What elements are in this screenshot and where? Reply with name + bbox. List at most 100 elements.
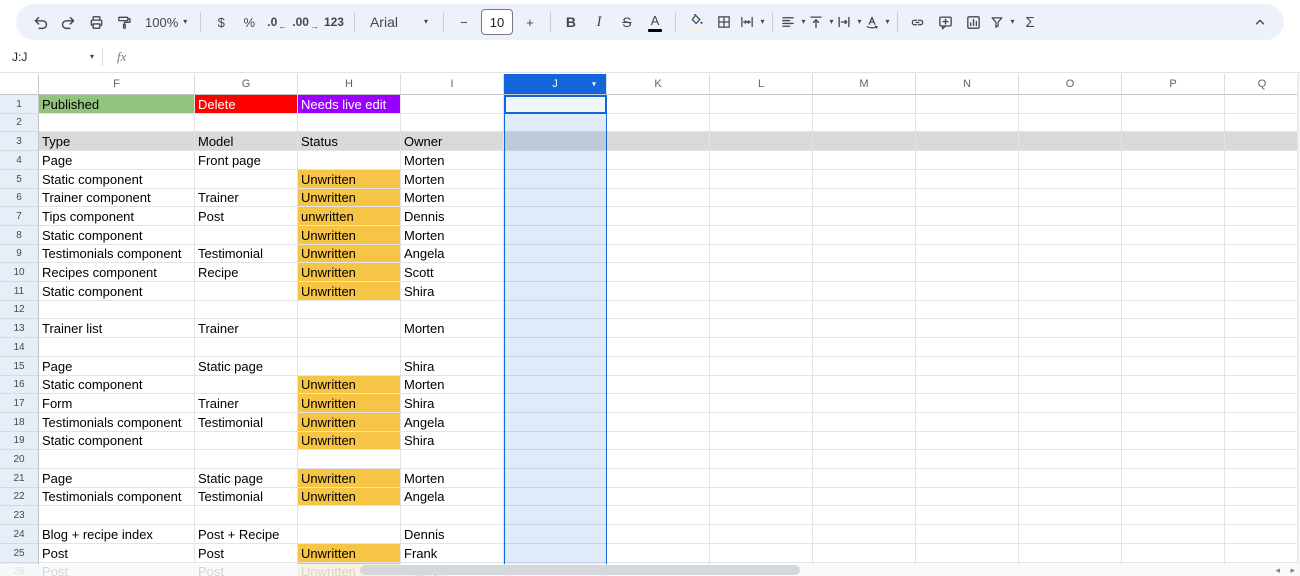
cell-H18[interactable]: Unwritten	[298, 413, 401, 432]
cell-I7[interactable]: Dennis	[401, 207, 504, 226]
cell-P19[interactable]	[1122, 432, 1225, 450]
cell-O8[interactable]	[1019, 226, 1122, 245]
cell-G7[interactable]: Post	[195, 207, 298, 226]
cell-J22[interactable]	[504, 488, 607, 506]
cell-J25[interactable]	[504, 544, 607, 563]
column-header-K[interactable]: K	[607, 74, 710, 95]
cell-L3[interactable]	[710, 132, 813, 151]
cell-L10[interactable]	[710, 263, 813, 282]
cell-G3[interactable]: Model	[195, 132, 298, 151]
cell-K23[interactable]	[607, 506, 710, 525]
cell-Q24[interactable]	[1225, 525, 1300, 544]
cell-J13[interactable]	[504, 319, 607, 338]
cell-M9[interactable]	[813, 245, 916, 263]
row-header-16[interactable]: 16	[0, 376, 39, 394]
merge-cells-button[interactable]: ▾	[739, 9, 765, 35]
cell-P8[interactable]	[1122, 226, 1225, 245]
text-rotation-button[interactable]: ▾	[864, 9, 890, 35]
cell-L8[interactable]	[710, 226, 813, 245]
cell-K4[interactable]	[607, 151, 710, 170]
cell-L18[interactable]	[710, 413, 813, 432]
cell-N24[interactable]	[916, 525, 1019, 544]
cell-J5[interactable]	[504, 170, 607, 189]
cell-M10[interactable]	[813, 263, 916, 282]
cell-I19[interactable]: Shira	[401, 432, 504, 450]
cell-J11[interactable]	[504, 282, 607, 301]
cell-P5[interactable]	[1122, 170, 1225, 189]
cell-P4[interactable]	[1122, 151, 1225, 170]
row-header-7[interactable]: 7	[0, 207, 39, 226]
row-header-14[interactable]: 14	[0, 338, 39, 357]
format-percent-button[interactable]: %	[236, 9, 262, 35]
cell-L23[interactable]	[710, 506, 813, 525]
cell-J17[interactable]	[504, 394, 607, 413]
cell-F25[interactable]: Post	[39, 544, 195, 563]
cell-F20[interactable]	[39, 450, 195, 469]
cell-M14[interactable]	[813, 338, 916, 357]
cell-P2[interactable]	[1122, 114, 1225, 132]
cell-O5[interactable]	[1019, 170, 1122, 189]
cell-I12[interactable]	[401, 301, 504, 319]
cell-P15[interactable]	[1122, 357, 1225, 376]
cell-N15[interactable]	[916, 357, 1019, 376]
column-header-G[interactable]: G	[195, 74, 298, 95]
undo-button[interactable]	[27, 9, 53, 35]
row-header-25[interactable]: 25	[0, 544, 39, 563]
cell-O14[interactable]	[1019, 338, 1122, 357]
cell-Q11[interactable]	[1225, 282, 1300, 301]
cell-H15[interactable]	[298, 357, 401, 376]
column-header-Q[interactable]: Q	[1225, 74, 1300, 95]
cell-J7[interactable]	[504, 207, 607, 226]
cell-J12[interactable]	[504, 301, 607, 319]
cell-G11[interactable]	[195, 282, 298, 301]
cell-Q7[interactable]	[1225, 207, 1300, 226]
cell-K24[interactable]	[607, 525, 710, 544]
cell-K14[interactable]	[607, 338, 710, 357]
row-header-17[interactable]: 17	[0, 394, 39, 413]
cell-F10[interactable]: Recipes component	[39, 263, 195, 282]
cell-I24[interactable]: Dennis	[401, 525, 504, 544]
cell-P7[interactable]	[1122, 207, 1225, 226]
cell-K1[interactable]	[607, 95, 710, 114]
cell-I23[interactable]	[401, 506, 504, 525]
row-header-12[interactable]: 12	[0, 301, 39, 319]
borders-button[interactable]	[711, 9, 737, 35]
cell-N5[interactable]	[916, 170, 1019, 189]
cell-H8[interactable]: Unwritten	[298, 226, 401, 245]
cell-G9[interactable]: Testimonial	[195, 245, 298, 263]
cell-F22[interactable]: Testimonials component	[39, 488, 195, 506]
cell-K10[interactable]	[607, 263, 710, 282]
row-header-24[interactable]: 24	[0, 525, 39, 544]
cell-H14[interactable]	[298, 338, 401, 357]
cell-I21[interactable]: Morten	[401, 469, 504, 488]
cell-I3[interactable]: Owner	[401, 132, 504, 151]
cell-P23[interactable]	[1122, 506, 1225, 525]
cell-F17[interactable]: Form	[39, 394, 195, 413]
cell-K3[interactable]	[607, 132, 710, 151]
bold-button[interactable]: B	[558, 9, 584, 35]
cell-N17[interactable]	[916, 394, 1019, 413]
cell-M18[interactable]	[813, 413, 916, 432]
cell-M5[interactable]	[813, 170, 916, 189]
cell-K12[interactable]	[607, 301, 710, 319]
cell-L12[interactable]	[710, 301, 813, 319]
name-box[interactable]: J:J ▾	[0, 50, 100, 64]
cell-J8[interactable]	[504, 226, 607, 245]
cell-I8[interactable]: Morten	[401, 226, 504, 245]
cell-F5[interactable]: Static component	[39, 170, 195, 189]
cell-O12[interactable]	[1019, 301, 1122, 319]
cell-L25[interactable]	[710, 544, 813, 563]
cell-H13[interactable]	[298, 319, 401, 338]
cell-H6[interactable]: Unwritten	[298, 189, 401, 207]
cell-H11[interactable]: Unwritten	[298, 282, 401, 301]
cell-P17[interactable]	[1122, 394, 1225, 413]
cell-H2[interactable]	[298, 114, 401, 132]
row-header-18[interactable]: 18	[0, 413, 39, 432]
cell-M20[interactable]	[813, 450, 916, 469]
cell-P16[interactable]	[1122, 376, 1225, 394]
cell-L19[interactable]	[710, 432, 813, 450]
cell-P13[interactable]	[1122, 319, 1225, 338]
cell-M24[interactable]	[813, 525, 916, 544]
cell-Q16[interactable]	[1225, 376, 1300, 394]
cell-J19[interactable]	[504, 432, 607, 450]
